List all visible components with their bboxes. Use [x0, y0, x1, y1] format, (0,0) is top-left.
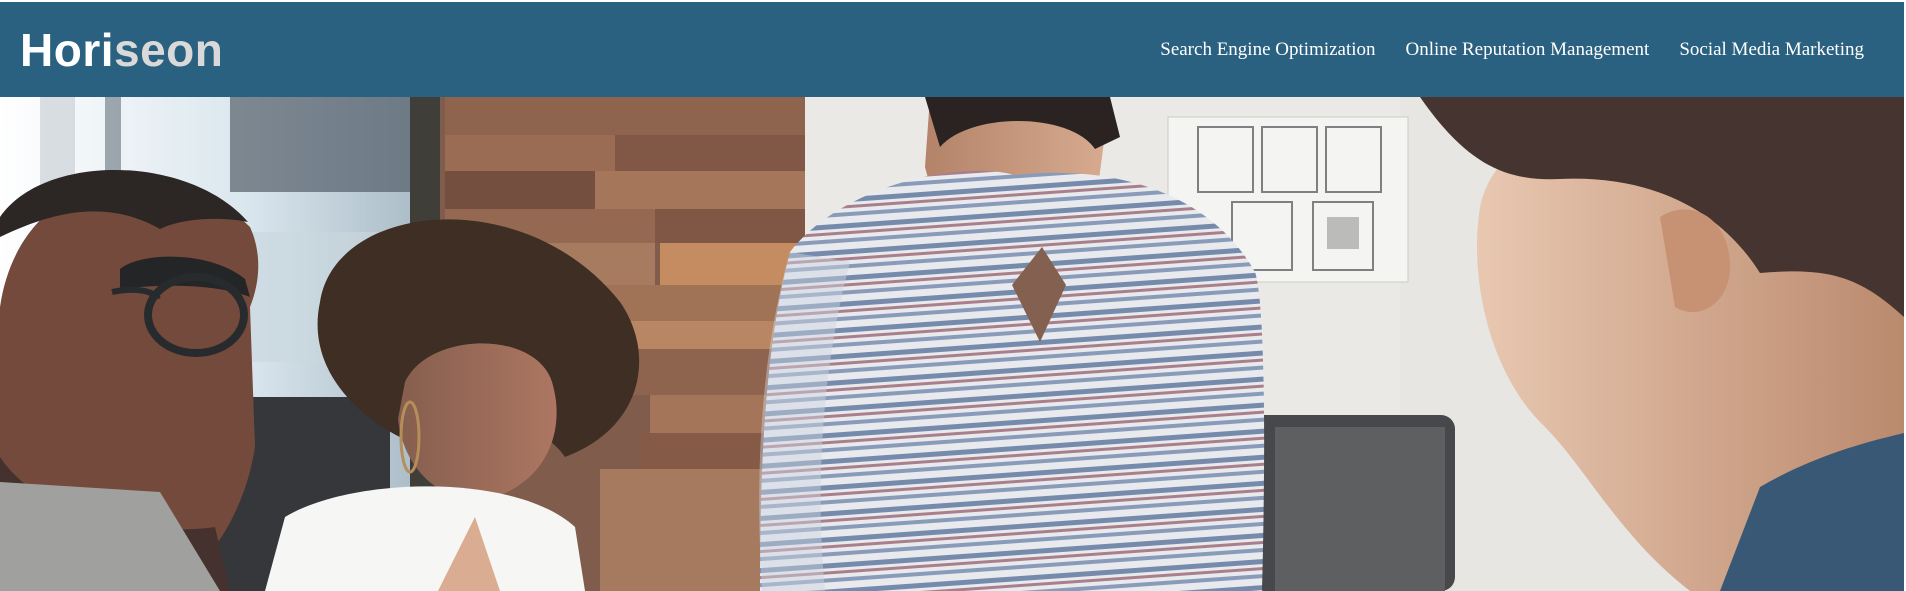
hero-image — [0, 97, 1904, 591]
logo-accent-text: seon — [114, 23, 224, 76]
logo-main-text: Hori — [20, 23, 114, 76]
nav-link-online-reputation-management[interactable]: Online Reputation Management — [1406, 39, 1650, 61]
hero-photo — [0, 97, 1904, 591]
site-logo[interactable]: Horiseon — [20, 27, 223, 73]
site-header: Horiseon Search Engine Optimization Onli… — [0, 2, 1904, 97]
main-nav: Search Engine Optimization Online Reputa… — [1160, 39, 1864, 61]
page: Horiseon Search Engine Optimization Onli… — [0, 0, 1906, 591]
nav-link-search-engine-optimization[interactable]: Search Engine Optimization — [1160, 39, 1375, 61]
nav-link-social-media-marketing[interactable]: Social Media Marketing — [1679, 39, 1864, 61]
